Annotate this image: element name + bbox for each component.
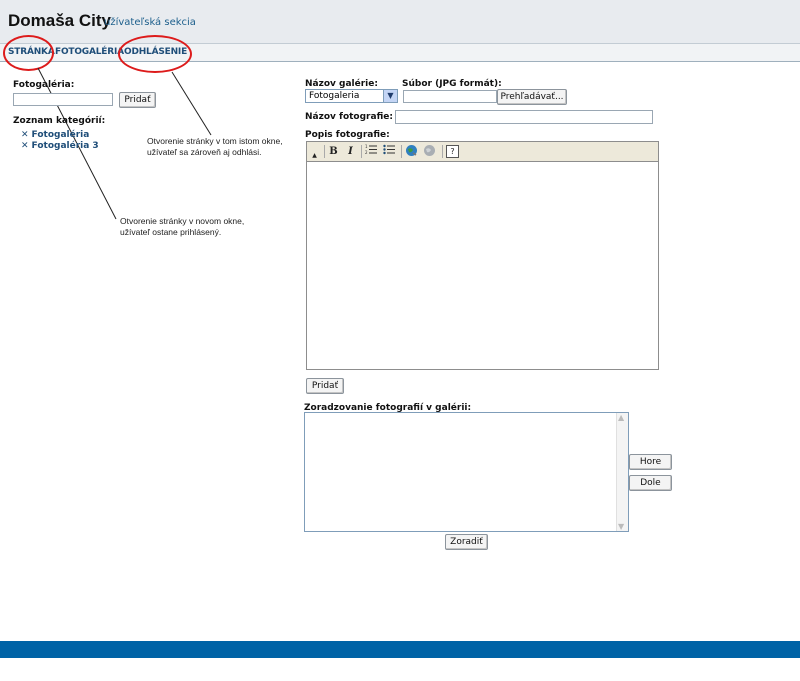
note-line: Otvorenie stránky v tom istom okne, [147,136,283,146]
toolbar-separator [324,145,325,158]
scroll-up-icon[interactable]: ▲ [618,413,624,422]
move-up-button[interactable]: Hore [629,454,672,470]
unordered-list-icon[interactable] [382,144,397,159]
ordered-list-icon[interactable]: 12 [364,144,379,159]
photo-add-button[interactable]: Pridať [306,378,344,394]
browse-button[interactable]: Prehľadávať... [497,89,567,105]
annotation-note-newwindow: Otvorenie stránky v novom okne, užívateľ… [120,216,244,238]
move-down-button[interactable]: Dole [629,475,672,491]
photo-order-list[interactable]: ▲ ▼ [304,412,629,532]
note-line: Otvorenie stránky v novom okne, [120,216,245,226]
svg-text:2: 2 [365,150,368,155]
footer-bar [0,641,800,658]
toolbar-separator [401,145,402,158]
toolbar-collapse-icon[interactable]: ▲ [307,144,322,159]
link-icon[interactable] [404,144,419,159]
gallery-select[interactable]: Fotogaleria ▼ [305,89,398,103]
note-line: užívateľ sa zároveň aj odhlási. [147,147,262,157]
photo-description-editor[interactable] [306,161,659,370]
toolbar-separator [442,145,443,158]
note-line: užívateľ ostane prihlásený. [120,227,222,237]
category-item[interactable]: ✕ Fotogaléria 3 [21,141,99,151]
sort-button[interactable]: Zoradiť [445,534,488,550]
editor-toolbar: ▲ B I 12 ? [306,141,659,161]
photo-name-label: Názov fotografie: [305,112,393,122]
photo-name-input[interactable] [395,110,653,124]
unlink-icon[interactable] [422,144,437,159]
file-label: Súbor (JPG formát): [402,79,502,89]
annotation-note-logout: Otvorenie stránky v tom istom okne, užív… [147,136,283,158]
svg-text:1: 1 [365,144,368,149]
x-icon[interactable]: ✕ [21,141,29,151]
file-path-input[interactable] [403,90,497,103]
gallery-select-value: Fotogaleria [309,91,360,101]
chevron-down-icon[interactable]: ▼ [383,90,397,102]
italic-icon[interactable]: I [343,144,358,159]
gallery-input[interactable] [13,93,113,106]
gallery-add-button[interactable]: Pridať [119,92,156,108]
categories-label: Zoznam kategórií: [13,116,106,126]
scrollbar[interactable]: ▲ ▼ [616,413,628,531]
category-item[interactable]: ✕ Fotogaléria [21,130,89,140]
gallery-label: Fotogaléria: [13,80,75,90]
toolbar-separator [361,145,362,158]
photo-desc-label: Popis fotografie: [305,130,390,140]
x-icon[interactable]: ✕ [21,130,29,140]
category-link[interactable]: Fotogaléria 3 [32,141,99,151]
scroll-down-icon[interactable]: ▼ [618,522,624,531]
category-link[interactable]: Fotogaléria [32,130,90,140]
gallery-name-label: Názov galérie: [305,79,378,89]
help-icon[interactable]: ? [446,145,459,158]
bold-icon[interactable]: B [326,144,341,159]
